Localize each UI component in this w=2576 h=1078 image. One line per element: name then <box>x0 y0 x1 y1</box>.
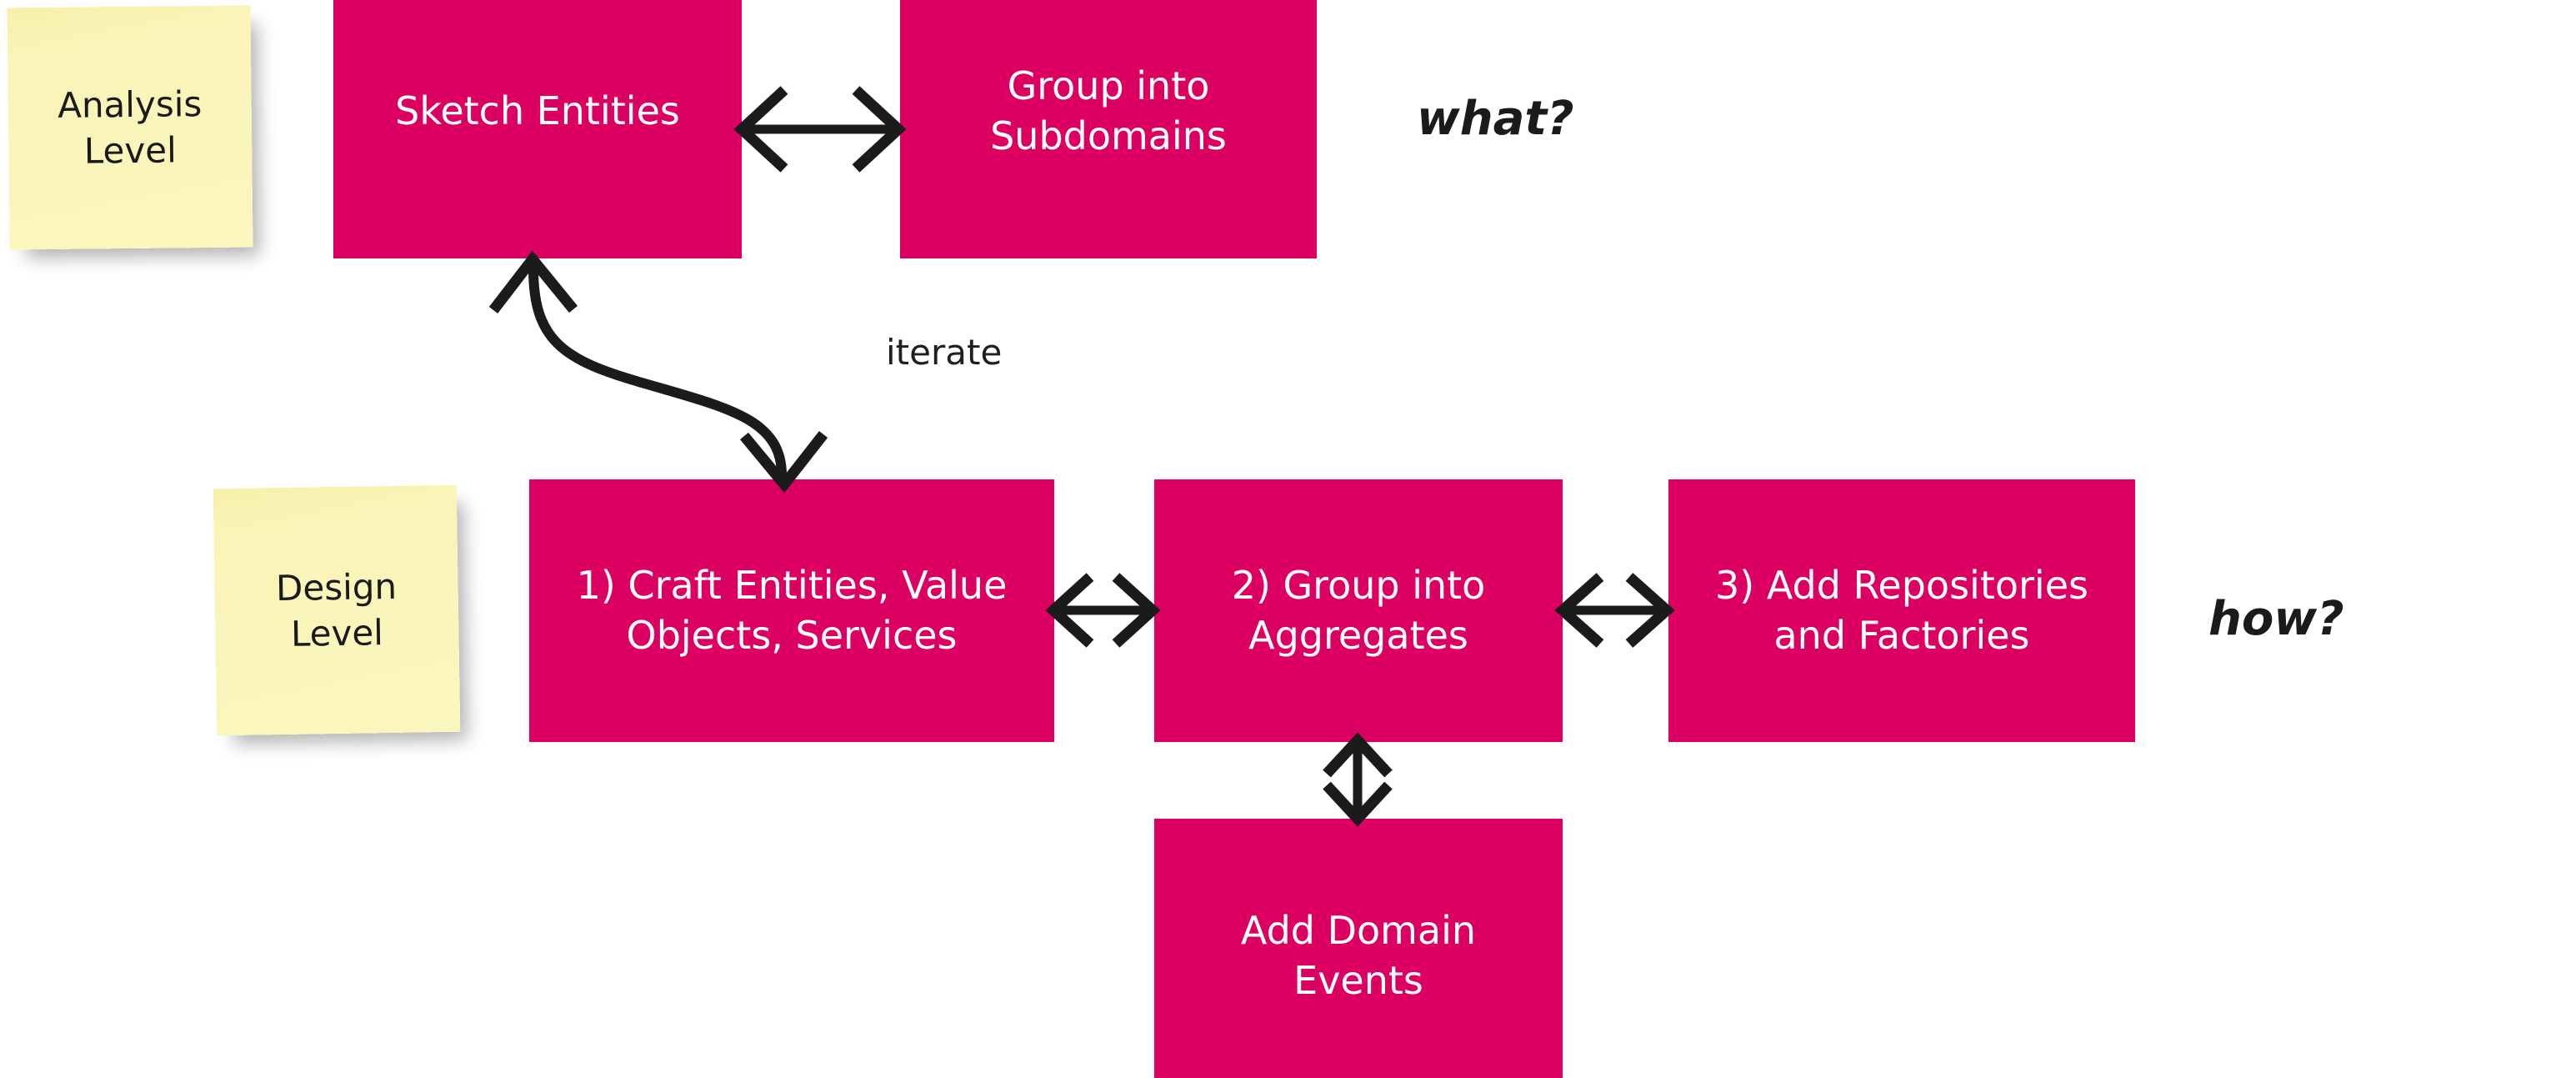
sticky-note-analysis-level: Analysis Level <box>7 5 253 250</box>
arrow-aggregates-to-domain-events-icon <box>1323 732 1393 827</box>
sticky-note-analysis-level-label: Analysis Level <box>57 83 203 172</box>
process-box-add-domain-events-label: Add Domain Events <box>1240 908 1477 1003</box>
process-box-craft-entities-label: 1) Craft Entities, Value Objects, Servic… <box>576 562 1008 658</box>
sticky-note-design-level-label: Design Level <box>275 565 398 654</box>
process-box-sketch-entities[interactable]: Sketch Entities <box>333 0 742 258</box>
process-box-group-into-aggregates[interactable]: 2) Group into Aggregates <box>1154 479 1563 742</box>
process-box-add-domain-events[interactable]: Add Domain Events <box>1154 819 1563 1078</box>
sticky-note-design-level: Design Level <box>213 484 461 736</box>
arrow-iterate-loop-icon <box>488 250 828 494</box>
process-box-group-into-subdomains-label: Group into Subdomains <box>990 63 1227 158</box>
process-box-sketch-entities-label: Sketch Entities <box>395 88 680 134</box>
process-box-add-repositories-and-factories-label: 3) Add Repositories and Factories <box>1715 562 2088 658</box>
arrow-sketch-to-subdomains-icon <box>733 86 907 173</box>
arrow-craft-to-aggregates-icon <box>1045 573 1161 648</box>
process-box-group-into-aggregates-label: 2) Group into Aggregates <box>1231 562 1486 658</box>
annotation-iterate: iterate <box>886 332 1003 373</box>
process-box-group-into-subdomains[interactable]: Group into Subdomains <box>900 0 1317 258</box>
annotation-how: how? <box>2208 592 2344 646</box>
process-box-craft-entities-value-objects-services[interactable]: 1) Craft Entities, Value Objects, Servic… <box>529 479 1054 742</box>
annotation-what: what? <box>1417 92 1574 146</box>
diagram-canvas: Analysis Level Design Level Sketch Entit… <box>0 0 2576 1078</box>
arrow-aggregates-to-repos-icon <box>1554 573 1675 648</box>
process-box-add-repositories-and-factories[interactable]: 3) Add Repositories and Factories <box>1668 479 2135 742</box>
